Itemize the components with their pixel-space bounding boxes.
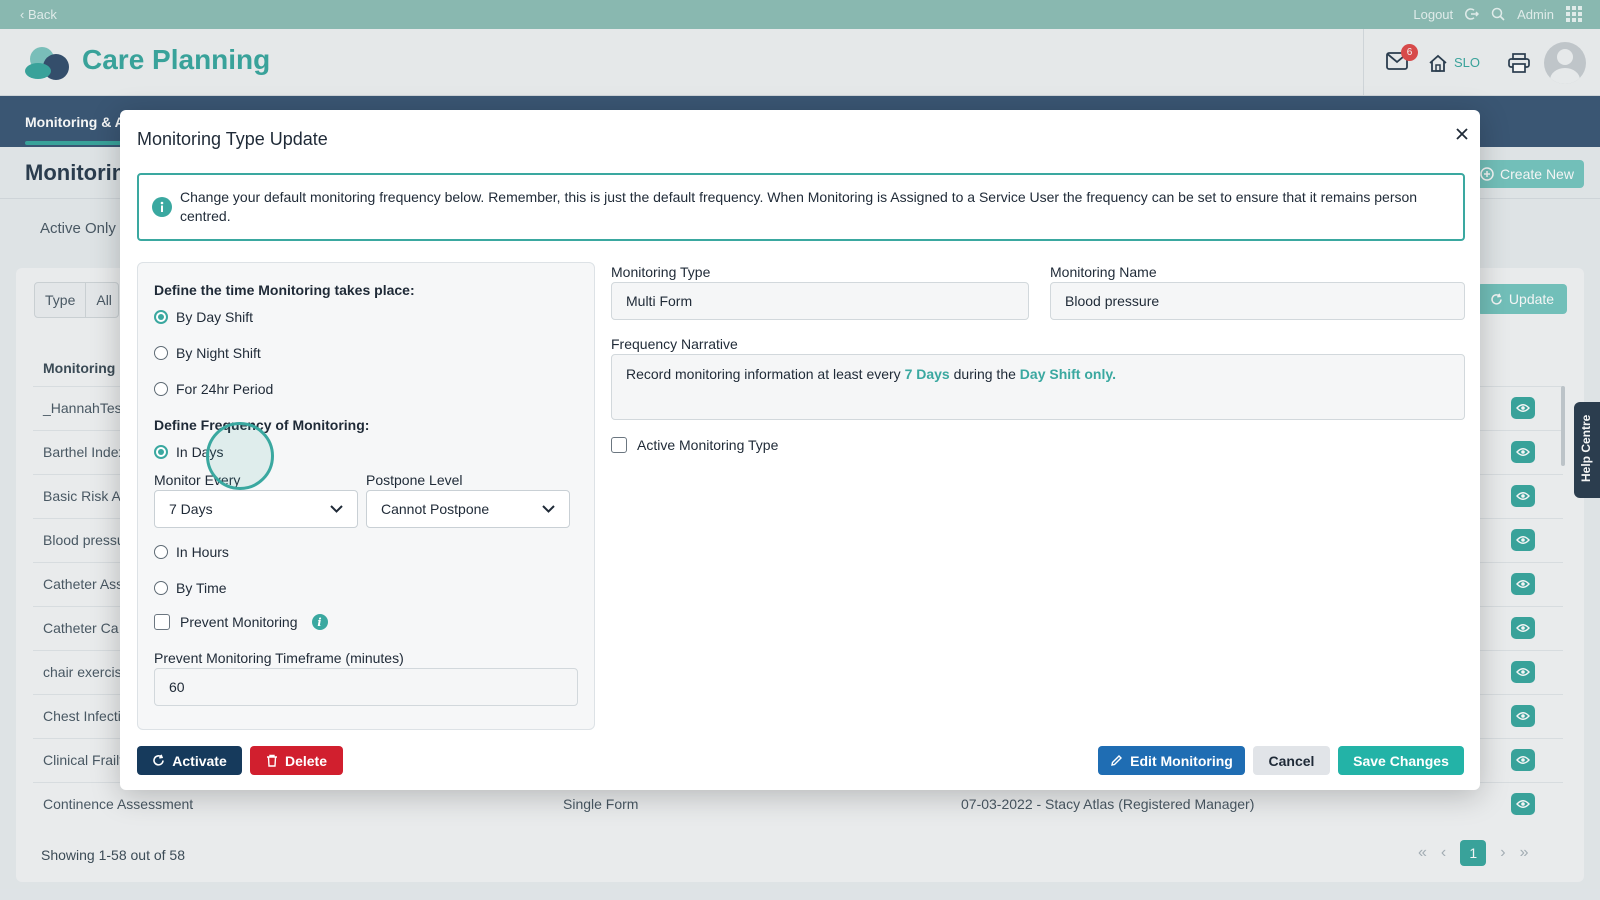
monitor-every-label: Monitor Every bbox=[154, 472, 241, 488]
radio-by-night-shift[interactable]: By Night Shift bbox=[154, 345, 261, 361]
chevron-down-icon bbox=[330, 505, 343, 513]
prevent-monitoring-label: Prevent Monitoring bbox=[180, 614, 298, 630]
edit-monitoring-button[interactable]: Edit Monitoring bbox=[1098, 746, 1245, 775]
monitor-every-select[interactable]: 7 Days bbox=[154, 490, 358, 528]
radio-label: By Day Shift bbox=[176, 309, 254, 325]
radio-in-hours[interactable]: In Hours bbox=[154, 544, 229, 560]
frequency-settings-panel: Define the time Monitoring takes place: … bbox=[137, 262, 595, 730]
define-time-label: Define the time Monitoring takes place: bbox=[154, 282, 415, 298]
activate-button[interactable]: Activate bbox=[137, 746, 242, 775]
cancel-label: Cancel bbox=[1268, 752, 1315, 769]
info-icon bbox=[152, 197, 172, 217]
radio-in-days[interactable]: In Days bbox=[154, 444, 223, 460]
prevent-timeframe-label: Prevent Monitoring Timeframe (minutes) bbox=[154, 650, 404, 666]
prevent-monitoring-checkbox[interactable] bbox=[154, 614, 170, 630]
save-changes-button[interactable]: Save Changes bbox=[1338, 746, 1464, 775]
monitoring-name-label: Monitoring Name bbox=[1050, 264, 1157, 280]
trash-icon bbox=[266, 754, 277, 767]
refresh-icon bbox=[153, 754, 165, 766]
monitoring-name-field[interactable]: Blood pressure bbox=[1050, 282, 1465, 320]
postpone-level-label: Postpone Level bbox=[366, 472, 463, 488]
monitoring-type-label: Monitoring Type bbox=[611, 264, 711, 280]
frequency-narrative-label: Frequency Narrative bbox=[611, 336, 738, 352]
save-changes-label: Save Changes bbox=[1353, 752, 1449, 769]
monitoring-name-value: Blood pressure bbox=[1065, 293, 1160, 309]
monitoring-type-update-modal: Monitoring Type Update Change your defau… bbox=[120, 110, 1480, 790]
radio-label: For 24hr Period bbox=[176, 381, 274, 397]
alert-text: Change your default monitoring frequency… bbox=[180, 189, 1418, 224]
activate-label: Activate bbox=[172, 752, 227, 769]
narrative-shift: Day Shift only. bbox=[1019, 366, 1116, 382]
delete-label: Delete bbox=[284, 752, 328, 769]
monitoring-type-field[interactable]: Multi Form bbox=[611, 282, 1029, 320]
postpone-level-value: Cannot Postpone bbox=[381, 501, 490, 517]
radio-indicator[interactable] bbox=[154, 346, 168, 360]
radio-24hr-period[interactable]: For 24hr Period bbox=[154, 381, 273, 397]
pencil-icon bbox=[1111, 755, 1123, 766]
active-monitoring-checkbox-row[interactable]: Active Monitoring Type bbox=[611, 437, 778, 453]
chevron-down-icon bbox=[542, 505, 555, 513]
radio-label: By Time bbox=[176, 580, 227, 596]
narrative-prefix: Record monitoring information at least e… bbox=[626, 366, 901, 382]
close-icon bbox=[1456, 128, 1468, 140]
radio-by-day-shift[interactable]: By Day Shift bbox=[154, 309, 253, 325]
delete-button[interactable]: Delete bbox=[250, 746, 343, 775]
active-monitoring-label: Active Monitoring Type bbox=[637, 437, 779, 453]
active-monitoring-checkbox[interactable] bbox=[611, 437, 627, 453]
narrative-frequency: 7 Days bbox=[904, 366, 950, 382]
radio-label: By Night Shift bbox=[176, 345, 261, 361]
info-alert: Change your default monitoring frequency… bbox=[137, 173, 1465, 241]
radio-selected-indicator[interactable] bbox=[154, 310, 168, 324]
monitor-every-value: 7 Days bbox=[169, 501, 213, 517]
postpone-level-select[interactable]: Cannot Postpone bbox=[366, 490, 570, 528]
monitoring-type-value: Multi Form bbox=[626, 293, 693, 309]
radio-label: In Hours bbox=[176, 544, 229, 560]
radio-indicator[interactable] bbox=[154, 382, 168, 396]
radio-indicator[interactable] bbox=[154, 581, 168, 595]
prevent-timeframe-input[interactable]: 60 bbox=[154, 668, 578, 706]
radio-selected-indicator[interactable] bbox=[154, 445, 168, 459]
modal-title: Monitoring Type Update bbox=[137, 129, 328, 149]
edit-monitoring-label: Edit Monitoring bbox=[1130, 752, 1233, 769]
frequency-narrative-box: Record monitoring information at least e… bbox=[611, 354, 1465, 420]
close-button[interactable] bbox=[1452, 124, 1472, 144]
prevent-timeframe-value: 60 bbox=[169, 679, 185, 695]
radio-indicator[interactable] bbox=[154, 545, 168, 559]
radio-by-time[interactable]: By Time bbox=[154, 580, 227, 596]
prevent-monitoring-checkbox-row[interactable]: Prevent Monitoring i bbox=[154, 614, 328, 630]
narrative-mid: during the bbox=[953, 366, 1016, 382]
define-frequency-label: Define Frequency of Monitoring: bbox=[154, 417, 370, 433]
cancel-button[interactable]: Cancel bbox=[1253, 746, 1330, 775]
radio-label: In Days bbox=[176, 444, 224, 460]
info-icon[interactable]: i bbox=[311, 614, 328, 630]
